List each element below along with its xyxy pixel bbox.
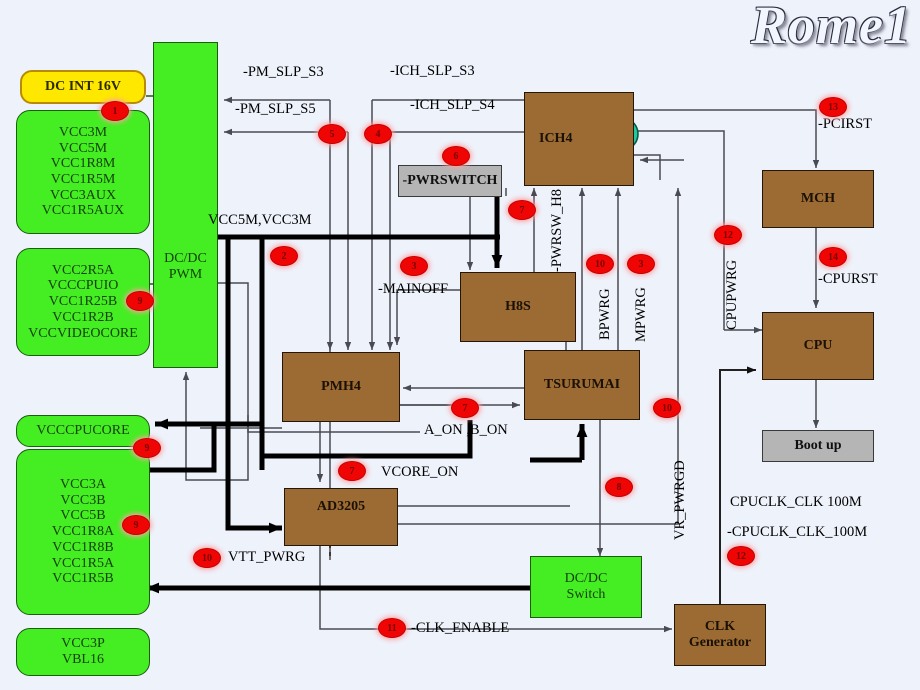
- block-label: VCCCPUCORE: [36, 423, 130, 439]
- block-h8s[interactable]: H8S: [460, 272, 576, 342]
- step-marker-13: 13: [819, 97, 847, 117]
- label-ich-slp-s4: -ICH_SLP_S4: [410, 97, 495, 113]
- block-label: ICH4: [539, 131, 573, 147]
- label-clk-enable: -CLK_ENABLE: [411, 620, 510, 636]
- block-dcdc-switch[interactable]: DC/DC Switch: [530, 556, 642, 618]
- label-vr-pwrgd: VR_PWRGD: [672, 460, 688, 540]
- block-label: Boot up: [794, 438, 842, 454]
- block-rail-group-4[interactable]: VCC3P VBL16: [16, 628, 150, 676]
- label-cpupwrg: CPUPWRG: [724, 259, 740, 330]
- label-vtt-pwrg: VTT_PWRG: [228, 549, 306, 565]
- step-marker-14: 14: [819, 247, 847, 267]
- label-cpurst: -CPURST: [818, 271, 878, 287]
- block-label: TSURUMAI: [543, 377, 621, 393]
- block-cpu[interactable]: CPU: [762, 312, 874, 380]
- step-marker-7: 7: [508, 200, 536, 220]
- step-marker-10: 10: [586, 254, 614, 274]
- block-label: VCC3A VCC3B VCC5B VCC1R8A VCC1R8B VCC1R5A VCC1…: [51, 477, 115, 587]
- step-marker-9: 9: [133, 438, 161, 458]
- label-pcirst: -PCIRST: [818, 116, 872, 132]
- block-rail-group-1[interactable]: VCC3M VCC5M VCC1R8M VCC1R5M VCC3AUX VCC1R5AUX: [16, 110, 150, 234]
- block-label: VCC3P VBL16: [61, 636, 105, 667]
- step-marker-7: 7: [451, 398, 479, 418]
- block-label: -PWRSWITCH: [402, 173, 498, 189]
- step-marker-11: 11: [378, 618, 406, 638]
- label-ich-slp-s3: -ICH_SLP_S3: [390, 63, 475, 79]
- block-tsurumai[interactable]: TSURUMAI: [524, 350, 640, 420]
- step-marker-10: 10: [653, 398, 681, 418]
- block-label: H8S: [505, 299, 531, 315]
- label-bpwrg: BPWRG: [597, 288, 613, 340]
- block-bootup[interactable]: Boot up: [762, 430, 874, 462]
- step-marker-7: 7: [338, 461, 366, 481]
- block-label: MCH: [800, 191, 836, 207]
- step-marker-5: 5: [318, 124, 346, 144]
- label-pm-slp-s3: -PM_SLP_S3: [243, 64, 324, 80]
- step-marker-8: 8: [605, 477, 633, 497]
- label-cpuclk-clk-100m: CPUCLK_CLK 100M: [730, 494, 862, 510]
- step-marker-9: 9: [126, 291, 154, 311]
- romel-logo: Rome1: [751, 0, 912, 55]
- block-label: VCC3M VCC5M VCC1R8M VCC1R5M VCC3AUX VCC1R5AUX: [41, 124, 125, 219]
- block-mch[interactable]: MCH: [762, 170, 874, 228]
- block-label: DC/DC Switch: [564, 571, 608, 602]
- block-dc-int-16v[interactable]: DC INT 16V: [20, 70, 146, 104]
- step-marker-12: 12: [714, 225, 742, 245]
- block-clk-generator[interactable]: CLK Generator: [674, 604, 766, 666]
- label-pwrsw-h8: -PWRSW_H8: [549, 189, 565, 272]
- label-mpwrg: MPWRG: [633, 287, 649, 342]
- block-pwrswitch[interactable]: -PWRSWITCH: [398, 165, 502, 197]
- step-marker-3: 3: [400, 256, 428, 276]
- label-vcc5m-vcc3m: VCC5M,VCC3M: [208, 212, 312, 228]
- block-label: CLK Generator: [688, 619, 752, 650]
- step-marker-2: 2: [270, 246, 298, 266]
- block-ad3205[interactable]: AD3205: [284, 488, 398, 546]
- block-label: PMH4: [321, 379, 361, 395]
- label-mainoff: -MAINOFF: [378, 281, 449, 297]
- label-vcore-on: VCORE_ON: [381, 464, 459, 480]
- block-vcccpucore[interactable]: VCCCPUCORE: [16, 415, 150, 447]
- diagram-canvas: DC INT 16V VCC3M VCC5M VCC1R8M VCC1R5M VCC3A…: [0, 0, 920, 690]
- block-pmh4[interactable]: PMH4: [282, 352, 400, 422]
- step-marker-10: 10: [193, 548, 221, 568]
- block-label: VCC2R5A VCCCPUIO VCC1R25B VCC1R2B VCCVIDEOCO…: [28, 262, 138, 341]
- label-a-on-b-on: A_ON ,B_ON: [424, 422, 508, 438]
- step-marker-4: 4: [364, 124, 392, 144]
- step-marker-12: 12: [727, 546, 755, 566]
- block-dcdc-pwm[interactable]: DC/DC PWM: [153, 42, 218, 368]
- step-marker-1: 1: [101, 101, 129, 121]
- block-label: AD3205: [316, 499, 366, 514]
- step-marker-6: 6: [442, 146, 470, 166]
- block-label: DC INT 16V: [45, 79, 121, 95]
- block-label: DC/DC PWM: [164, 251, 207, 282]
- label-pm-slp-s5: -PM_SLP_S5: [235, 101, 316, 117]
- block-ich4[interactable]: ICH4: [524, 92, 634, 186]
- label-n-cpuclk-clk-100m: -CPUCLK_CLK_100M: [727, 524, 868, 540]
- step-marker-9: 9: [122, 515, 150, 535]
- step-marker-3: 3: [627, 254, 655, 274]
- block-label: CPU: [803, 338, 833, 354]
